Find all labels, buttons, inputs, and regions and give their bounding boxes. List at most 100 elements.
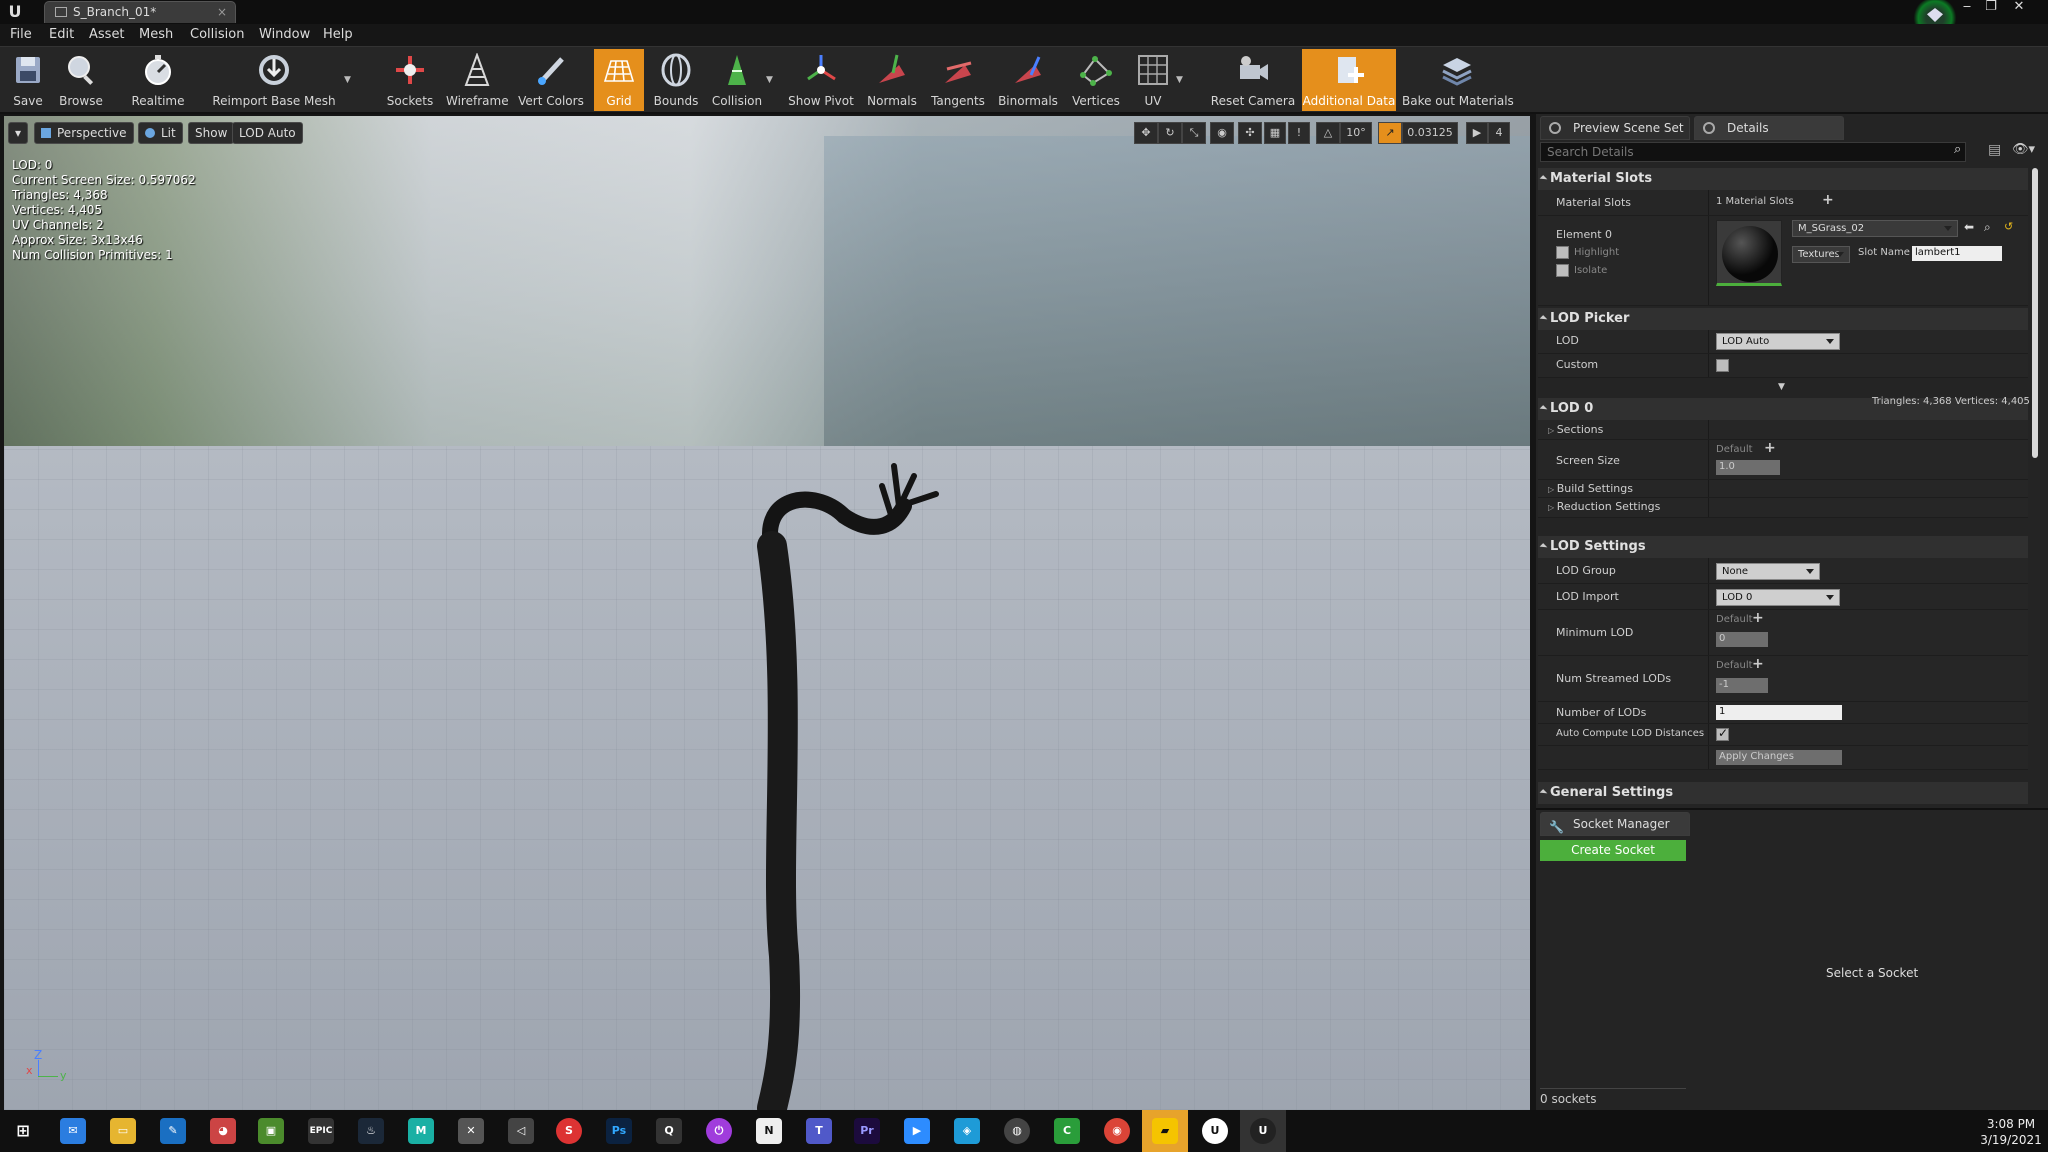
binormals-button[interactable]: Binormals <box>996 49 1060 111</box>
tangents-button[interactable]: Tangents <box>928 49 988 111</box>
apply-changes-button[interactable]: Apply Changes <box>1716 750 1842 765</box>
scale-snap-icon[interactable]: ↗ <box>1378 122 1402 144</box>
camera-speed-icon[interactable]: ▶ <box>1466 122 1488 144</box>
bounds-button[interactable]: Bounds <box>652 49 700 111</box>
surface-snap-icon[interactable]: ✣ <box>1238 122 1262 144</box>
notepad-icon[interactable]: ✎ <box>160 1118 186 1144</box>
lod-dropdown[interactable]: LOD Auto <box>1716 333 1840 350</box>
lod-import-dropdown[interactable]: LOD 0 <box>1716 589 1840 606</box>
viewport-options-button[interactable]: ▾ <box>8 122 28 144</box>
scale-tool-icon[interactable]: ⤡ <box>1182 122 1206 144</box>
camera-speed-value[interactable]: 4 <box>1488 122 1510 144</box>
tab-preview-scene-set[interactable]: Preview Scene Set <box>1540 116 1690 140</box>
normals-button[interactable]: Normals <box>864 49 920 111</box>
collision-button[interactable]: Collision <box>708 49 766 111</box>
rotate-tool-icon[interactable]: ↻ <box>1158 122 1182 144</box>
chrome-icon[interactable]: ◉ <box>1104 1118 1130 1144</box>
premiere-icon[interactable]: Pr <box>854 1118 880 1144</box>
document-tab[interactable]: S_Branch_01* × <box>44 1 236 23</box>
reset-camera-button[interactable]: Reset Camera <box>1210 49 1296 111</box>
slot-name-input[interactable]: lambert1 <box>1912 246 2002 261</box>
num-streamed-add-icon[interactable]: + <box>1752 656 1764 672</box>
camtasia-icon[interactable]: C <box>1054 1118 1080 1144</box>
viewport[interactable]: ▾ Perspective Lit Show LOD Auto LOD: 0 C… <box>4 116 1530 1110</box>
section-lod-picker[interactable]: LOD Picker <box>1538 308 2028 330</box>
paint-icon[interactable]: ◕ <box>210 1118 236 1144</box>
tab-close-icon[interactable]: × <box>217 2 227 22</box>
view-options-icon[interactable]: ▤ <box>1988 142 2001 158</box>
vert-colors-button[interactable]: Vert Colors <box>518 49 584 111</box>
translate-tool-icon[interactable]: ✥ <box>1134 122 1158 144</box>
number-of-lods-input[interactable]: 1 <box>1716 705 1842 720</box>
uv-dropdown-icon[interactable]: ▼ <box>1176 75 1183 85</box>
steam-icon[interactable]: ♨ <box>358 1118 384 1144</box>
show-button[interactable]: Show <box>188 122 235 144</box>
row-reduction-settings[interactable]: Reduction Settings <box>1538 498 2028 518</box>
section-general-settings[interactable]: General Settings <box>1538 782 2028 804</box>
epic-games-icon[interactable]: EPIC <box>308 1118 334 1144</box>
minecraft-icon[interactable]: ▣ <box>258 1118 284 1144</box>
rotation-snap-value[interactable]: 10° <box>1340 122 1372 144</box>
grid-size-icon[interactable]: ! <box>1288 122 1310 144</box>
inkscape-icon[interactable]: ✕ <box>458 1118 484 1144</box>
expand-advanced-icon[interactable]: ▼ <box>1778 382 1785 392</box>
vertices-button[interactable]: Vertices <box>1066 49 1126 111</box>
custom-checkbox[interactable] <box>1716 359 1729 372</box>
sticky-notes-icon[interactable]: ▰ <box>1152 1118 1178 1144</box>
num-streamed-lods-input[interactable]: -1 <box>1716 678 1768 693</box>
create-socket-button[interactable]: Create Socket <box>1540 840 1686 861</box>
lod-auto-button[interactable]: LOD Auto <box>232 122 303 144</box>
browser-icon[interactable]: ◍ <box>1004 1118 1030 1144</box>
rotation-snap-icon[interactable]: △ <box>1316 122 1340 144</box>
wireframe-button[interactable]: Wireframe <box>446 49 509 111</box>
eye-icon[interactable]: 👁▾ <box>2012 142 2035 157</box>
search-icon[interactable]: ⌕ <box>1954 142 1961 157</box>
screen-size-add-icon[interactable]: + <box>1764 440 1776 456</box>
menu-file[interactable]: File <box>10 27 32 42</box>
browse-asset-icon[interactable]: ⌕ <box>1984 220 1991 235</box>
maximize-button[interactable]: ❐ <box>1980 0 2002 16</box>
use-selected-icon[interactable]: ⬅ <box>1964 220 1974 234</box>
bake-out-materials-button[interactable]: Bake out Materials <box>1402 49 1514 111</box>
scale-snap-value[interactable]: 0.03125 <box>1402 122 1458 144</box>
additional-data-button[interactable]: Additional Data <box>1302 49 1396 111</box>
minimum-lod-input[interactable]: 0 <box>1716 632 1768 647</box>
quixel-icon[interactable]: Q <box>656 1118 682 1144</box>
menu-asset[interactable]: Asset <box>89 27 125 42</box>
unreal-logo-icon[interactable]: U <box>4 1 26 23</box>
vpn-icon[interactable]: ◈ <box>954 1118 980 1144</box>
lit-button[interactable]: Lit <box>138 122 183 144</box>
sockets-button[interactable]: Sockets <box>384 49 436 111</box>
realtime-button[interactable]: Realtime <box>130 49 186 111</box>
material-picker[interactable]: M_SGrass_02 <box>1792 220 1958 237</box>
app-purple-icon[interactable]: ⏻ <box>706 1118 732 1144</box>
section-lod-settings[interactable]: LOD Settings <box>1538 536 2028 558</box>
teams-icon[interactable]: T <box>806 1118 832 1144</box>
show-pivot-button[interactable]: Show Pivot <box>784 49 858 111</box>
grid-button[interactable]: Grid <box>594 49 644 111</box>
lod-group-dropdown[interactable]: None <box>1716 563 1820 580</box>
close-button[interactable]: ✕ <box>2008 0 2030 16</box>
minimize-button[interactable]: ‒ <box>1956 0 1978 16</box>
perspective-button[interactable]: Perspective <box>34 122 134 144</box>
isolate-checkbox[interactable] <box>1556 264 1569 277</box>
notion-icon[interactable]: N <box>756 1118 782 1144</box>
reimport-base-mesh-button[interactable]: Reimport Base Mesh <box>212 49 336 111</box>
menu-collision[interactable]: Collision <box>190 27 244 42</box>
maya-icon[interactable]: M <box>408 1118 434 1144</box>
unreal-editor-icon[interactable]: U <box>1250 1118 1276 1144</box>
windows-start-icon[interactable]: ⊞ <box>10 1118 36 1144</box>
reset-to-default-icon[interactable]: ↺ <box>2004 220 2013 233</box>
tab-socket-manager[interactable]: 🔧 Socket Manager <box>1540 812 1690 836</box>
zoom-icon[interactable]: ▶ <box>904 1118 930 1144</box>
menu-edit[interactable]: Edit <box>49 27 74 42</box>
details-scrollbar[interactable] <box>2032 168 2038 458</box>
grid-snap-icon[interactable]: ▦ <box>1264 122 1286 144</box>
collision-dropdown-icon[interactable]: ▼ <box>766 75 773 85</box>
substance-icon[interactable]: S <box>556 1118 582 1144</box>
uv-button[interactable]: UV <box>1130 49 1176 111</box>
file-explorer-icon[interactable]: ▭ <box>110 1118 136 1144</box>
row-build-settings[interactable]: Build Settings <box>1538 480 2028 498</box>
menu-window[interactable]: Window <box>259 27 310 42</box>
browse-button[interactable]: Browse <box>56 49 106 111</box>
